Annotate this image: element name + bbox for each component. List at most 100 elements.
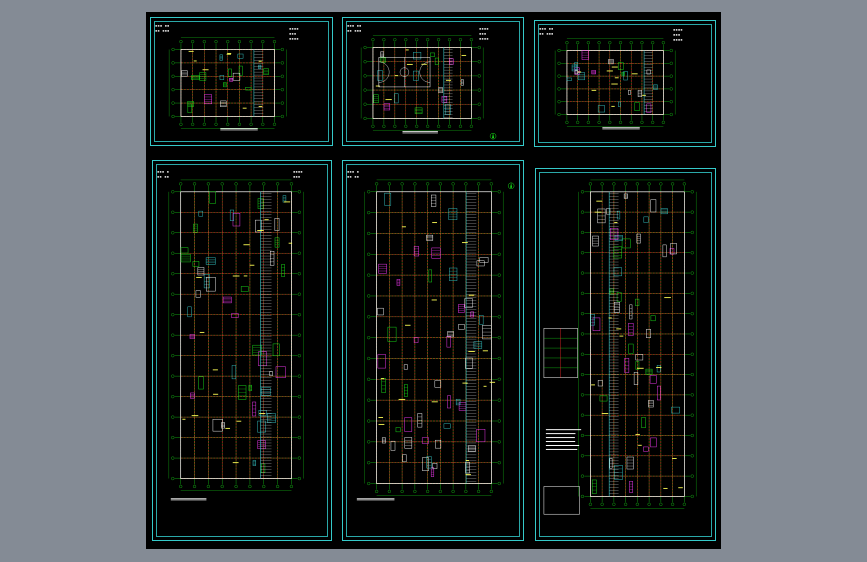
room-tag [227,52,232,54]
axis-bubble [669,100,673,104]
axis-bubble [297,456,301,460]
room-tag [225,427,231,429]
axis-bubble [171,272,175,276]
axis-bubble [261,40,265,44]
room-detail [219,75,225,80]
room-tag [636,367,644,369]
room-tag [577,71,582,73]
room-detail [237,53,244,59]
axis-bubble [179,40,183,44]
room-tag [601,413,609,415]
axis-bubble [451,489,455,493]
north-arrow-icon [507,182,515,190]
cad-drawing-canvas[interactable]: ▪▪▪ ▪▪ ▪▪ ▪▪▪ ▪▪▪▪ ▪▪▪ ▪▪▪▪ ▪▪▪ ▪▪ ▪▪ ▪▪▪ ▪▪… [146,12,721,549]
axis-bubble [565,41,569,45]
axis-bubble [248,484,252,489]
room-tag [243,275,248,277]
room-detail [269,371,273,376]
axis-bubble [690,454,694,458]
axis-bubble [371,38,375,42]
axis-bubble [557,87,561,91]
axis-bubble [171,477,175,481]
axis-bubble [179,122,183,126]
room-detail [212,419,223,432]
room-detail [599,395,608,402]
room-detail [206,277,216,292]
room-tag [614,222,618,223]
axis-bubble [171,231,175,235]
axis-bubble [363,45,367,50]
title-block-4: ▪▪▪ ▪ ▪▪ ▪▪ [157,169,170,179]
axis-bubble [171,114,175,119]
drawing-sheet-3[interactable]: ▪▪▪ ▪▪ ▪▪ ▪▪▪ ▪▪▪▪ ▪▪▪ ▪▪▪▪ [534,20,716,147]
title-block-2: ▪▪▪ ▪▪ ▪▪ ▪▪▪ [347,23,362,33]
room-tag [257,230,264,231]
drawing-sheet-6[interactable] [535,168,716,541]
axis-bubble [580,332,585,336]
axis-bubble [580,474,585,478]
axis-bubble [206,182,210,186]
axis-bubble [557,74,561,78]
axis-bubble [497,273,501,277]
axis-bubble [280,114,284,119]
axis-bubble [280,88,284,92]
axis-bubble [588,502,592,506]
room-detail [646,329,651,338]
room-tag [394,75,399,77]
axis-bubble [426,38,430,42]
axis-bubble [234,484,238,489]
axis-bubble [580,190,585,194]
drawing-sheet-1[interactable]: ▪▪▪ ▪▪ ▪▪ ▪▪▪ ▪▪▪▪ ▪▪▪ ▪▪▪▪ [150,17,333,146]
axis-bubble [415,124,419,128]
axis-bubble [367,273,371,277]
axis-bubble [375,489,379,493]
room-tag [631,73,638,75]
drawing-sheet-5[interactable]: ▪▪▪ ▪ ▪▪ ▪▪ [342,160,524,541]
axis-bubble [202,40,206,44]
room-detail [617,62,624,70]
axis-bubble [690,474,694,478]
room-detail [479,257,489,263]
title-block-1: ▪▪▪ ▪▪ ▪▪ ▪▪▪ [155,23,170,33]
room-tag [264,219,269,221]
axis-bubble [586,41,590,45]
room-detail [434,57,439,65]
title-block-5: ▪▪▪ ▪ ▪▪ ▪▪ [347,169,360,179]
room-tag [608,317,612,319]
axis-bubble [464,489,468,493]
axis-bubble [651,120,655,124]
drawing-sheet-4[interactable]: ▪▪▪ ▪ ▪▪ ▪▪ ▪▪▪▪ ▪▪▪ [152,160,332,541]
sheet-caption-bar [170,498,207,500]
room-tag [461,54,467,56]
axis-bubble [438,182,442,186]
room-tag [635,433,640,435]
axis-bubble [497,377,501,381]
axis-bubble [497,419,501,423]
room-detail [258,410,267,416]
room-tag [191,415,199,417]
room-tag [468,351,475,352]
axis-bubble [249,122,253,126]
room-tag [431,299,437,301]
axis-bubble [171,47,175,52]
room-tag [638,444,642,446]
axis-bubble [426,489,430,493]
room-detail [390,440,396,451]
room-tag [614,77,619,79]
room-tag [232,275,240,277]
drawing-sheet-2[interactable]: ▪▪▪ ▪▪ ▪▪ ▪▪▪ ▪▪▪▪ ▪▪▪ ▪▪▪▪ [342,17,524,146]
room-tag [242,107,247,109]
room-tag [489,381,496,383]
axis-bubble [651,41,655,45]
axis-bubble [447,38,452,42]
axis-bubble [580,352,585,356]
axis-bubble [690,373,694,377]
room-detail [209,191,216,204]
sheet-caption-bar [356,498,395,500]
axis-bubble [608,41,612,45]
north-arrow-icon [489,132,497,140]
axis-bubble [262,182,266,186]
axis-bubble [237,122,241,126]
floor-plan-2 [360,35,497,140]
axis-bubble [171,292,175,296]
